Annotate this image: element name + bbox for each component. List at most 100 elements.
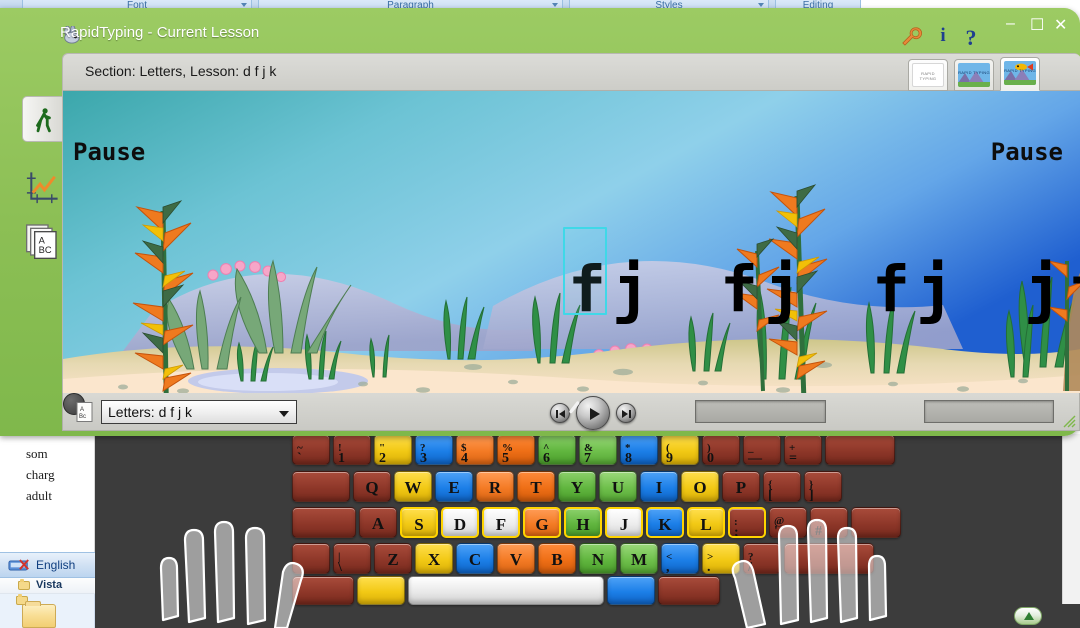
key-4[interactable]: $4 bbox=[456, 434, 494, 465]
key-sym[interactable]: | \ bbox=[333, 543, 371, 574]
theme-tab-plain[interactable]: RAPID TYPING bbox=[908, 59, 948, 91]
key-blank[interactable] bbox=[851, 507, 901, 538]
key-primary-label: I bbox=[655, 478, 663, 497]
folder-icon bbox=[18, 579, 30, 590]
close-button[interactable]: ✕ bbox=[1051, 17, 1073, 35]
key-9[interactable]: (9 bbox=[661, 434, 699, 465]
scroll-up-button[interactable] bbox=[1014, 607, 1042, 625]
key-7[interactable]: & 7 bbox=[579, 434, 617, 465]
key-sym[interactable]: _ — bbox=[743, 434, 781, 465]
key-V[interactable]: V bbox=[497, 543, 535, 574]
resize-grip-icon[interactable] bbox=[1060, 412, 1076, 428]
key-N[interactable]: N bbox=[579, 543, 617, 574]
typing-char: f bbox=[872, 253, 912, 326]
typing-char: j bbox=[1024, 253, 1064, 326]
key-S[interactable]: S bbox=[400, 507, 438, 538]
typing-char: j bbox=[764, 253, 804, 326]
theme-tab-mountain[interactable]: RAPID TYPING bbox=[954, 59, 994, 91]
chevron-down-icon[interactable] bbox=[241, 3, 247, 7]
key-sym[interactable]: ~ # bbox=[810, 507, 848, 538]
key-blank[interactable] bbox=[357, 576, 405, 605]
key-F[interactable]: F bbox=[482, 507, 520, 538]
key-primary-label: W bbox=[404, 478, 422, 497]
key-sym[interactable]: <, bbox=[661, 543, 699, 574]
key-H[interactable]: H bbox=[564, 507, 602, 538]
key-E[interactable]: E bbox=[435, 471, 473, 502]
maximize-button[interactable]: ☐ bbox=[1027, 17, 1049, 35]
key-sym[interactable]: {[ bbox=[763, 471, 801, 502]
keyboard-number-row: ~ `! 1 " 2? 3 $4% 5 ^ 6 & 7 * 8(9) 0 _ — + = bbox=[95, 434, 965, 467]
key-primary-label: C bbox=[468, 550, 482, 569]
key-Q[interactable]: Q bbox=[353, 471, 391, 502]
key-T[interactable]: T bbox=[517, 471, 555, 502]
key-blank[interactable] bbox=[292, 471, 350, 502]
help-icon[interactable]: ? bbox=[960, 25, 982, 50]
key-primary-label: R bbox=[488, 478, 502, 497]
minimize-button[interactable]: – bbox=[1003, 15, 1025, 35]
key-P[interactable]: P bbox=[722, 471, 760, 502]
key-primary-label: [ bbox=[768, 488, 773, 502]
key-blank[interactable] bbox=[292, 543, 330, 574]
key-sym[interactable]: :; bbox=[728, 507, 766, 538]
theme-thumbnail-mountain: RAPID TYPING bbox=[958, 63, 990, 87]
key-sym[interactable]: + = bbox=[784, 434, 822, 465]
key-Y[interactable]: Y bbox=[558, 471, 596, 502]
key-primary-label: Z bbox=[387, 550, 399, 569]
key-X[interactable]: X bbox=[415, 543, 453, 574]
key-Z[interactable]: Z bbox=[374, 543, 412, 574]
key-sym[interactable]: ~ ` bbox=[292, 434, 330, 465]
key-blank[interactable] bbox=[292, 576, 354, 605]
key-sym[interactable]: ? / bbox=[743, 543, 781, 574]
key-G[interactable]: G bbox=[523, 507, 561, 538]
key-sym[interactable]: >. bbox=[702, 543, 740, 574]
lesson-panel: Section: Letters, Lesson: d f j k RAPID … bbox=[62, 53, 1080, 394]
chevron-down-icon[interactable] bbox=[552, 3, 558, 7]
key-8[interactable]: * 8 bbox=[620, 434, 658, 465]
key-primary-label: 3 bbox=[420, 451, 427, 465]
key-W[interactable]: W bbox=[394, 471, 432, 502]
sidebar-item-lesson[interactable] bbox=[22, 96, 62, 142]
virtual-keyboard[interactable]: ~ `! 1 " 2? 3 $4% 5 ^ 6 & 7 * 8(9) 0 _ — + = Q W E R T Y U I O P {[}]… bbox=[95, 434, 965, 628]
key-6[interactable]: ^ 6 bbox=[538, 434, 576, 465]
key-R[interactable]: R bbox=[476, 471, 514, 502]
chevron-down-icon[interactable] bbox=[758, 3, 764, 7]
key-O[interactable]: O bbox=[681, 471, 719, 502]
theme-tab-aquarium[interactable]: RAPID TYPING bbox=[1000, 57, 1040, 91]
key-blank[interactable] bbox=[408, 576, 604, 605]
key-I[interactable]: I bbox=[640, 471, 678, 502]
key-C[interactable]: C bbox=[456, 543, 494, 574]
language-bar[interactable]: English bbox=[0, 552, 95, 578]
key-blank[interactable] bbox=[825, 434, 895, 465]
sidebar-item-text-lessons[interactable]: A BC bbox=[24, 220, 66, 264]
key-primary-label: 4 bbox=[461, 451, 468, 465]
key-sym[interactable]: }] bbox=[804, 471, 842, 502]
folder-icon[interactable] bbox=[22, 601, 56, 628]
key-blank[interactable] bbox=[607, 576, 655, 605]
lesson-scene[interactable]: Pause Pause Pause Pause fjfjfjjf bbox=[63, 91, 1080, 394]
key-L[interactable]: L bbox=[687, 507, 725, 538]
key-sym[interactable]: @ ' bbox=[769, 507, 807, 538]
scrollbar-track[interactable] bbox=[1062, 434, 1080, 604]
key-primary-label: 8 bbox=[625, 451, 632, 465]
info-icon[interactable]: i bbox=[932, 25, 954, 47]
key-K[interactable]: K bbox=[646, 507, 684, 538]
key-J[interactable]: J bbox=[605, 507, 643, 538]
key-U[interactable]: U bbox=[599, 471, 637, 502]
key-A[interactable]: A bbox=[359, 507, 397, 538]
key-blank[interactable] bbox=[658, 576, 720, 605]
key-D[interactable]: D bbox=[441, 507, 479, 538]
sidebar-item-statistics[interactable] bbox=[24, 168, 64, 208]
key-5[interactable]: % 5 bbox=[497, 434, 535, 465]
key-blank[interactable] bbox=[292, 507, 356, 538]
walking-person-icon bbox=[36, 108, 51, 133]
key-1[interactable]: ! 1 bbox=[333, 434, 371, 465]
key-blank[interactable] bbox=[784, 543, 874, 574]
key-B[interactable]: B bbox=[538, 543, 576, 574]
keyboard-qwerty-row: Q W E R T Y U I O P {[}] bbox=[95, 471, 965, 504]
settings-wrench-icon[interactable] bbox=[900, 25, 922, 47]
key-2[interactable]: " 2 bbox=[374, 434, 412, 465]
key-primary-label: 7 bbox=[584, 451, 591, 465]
key-3[interactable]: ? 3 bbox=[415, 434, 453, 465]
key-0[interactable]: ) 0 bbox=[702, 434, 740, 465]
key-M[interactable]: M bbox=[620, 543, 658, 574]
